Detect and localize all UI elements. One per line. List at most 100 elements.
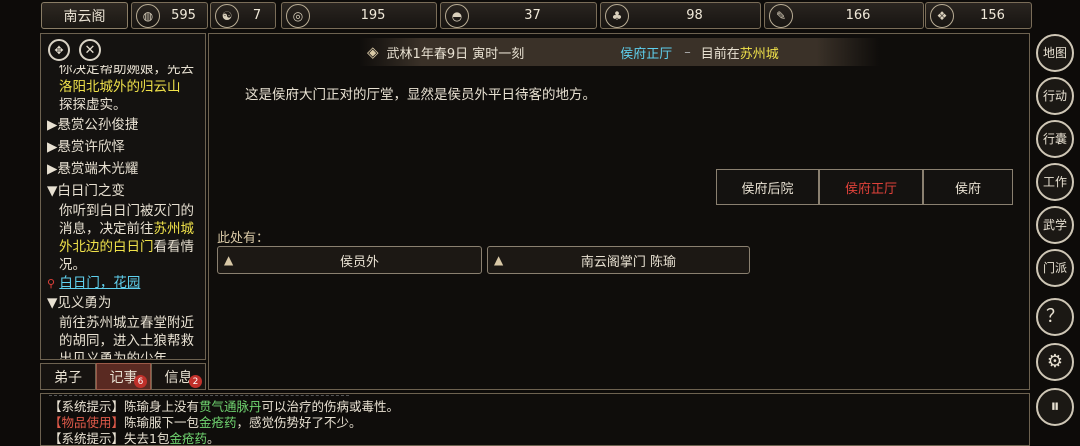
npc-name: 南云阁掌门 陈瑜 xyxy=(580,254,677,270)
quest-desc-line: 消息，决定前往苏州城 xyxy=(59,221,194,237)
pause-icon[interactable]: ⏸ xyxy=(1036,388,1074,426)
stat-scroll: ✎ 166 xyxy=(764,2,924,29)
stat-value: 195 xyxy=(360,8,386,23)
quest-desc-line: 出见义勇为的少年 xyxy=(59,351,167,360)
herb-icon: ♣ xyxy=(605,3,629,28)
stat-value: 156 xyxy=(980,8,1005,23)
exit-label: 侯府 xyxy=(954,181,981,197)
log-cutoff-line xyxy=(49,394,349,396)
person-icon: ▲ xyxy=(224,253,234,267)
exit-mansion[interactable]: 侯府 xyxy=(923,169,1013,205)
quest-intro-line: 洛阳北城外的归云山 xyxy=(59,79,181,95)
location-button[interactable]: 南云阁 xyxy=(41,2,128,29)
bag-icon[interactable]: 行囊 xyxy=(1036,120,1074,158)
notification-badge: 2 xyxy=(189,375,202,388)
quest-item-xu[interactable]: ▶悬赏许欣怿 xyxy=(47,138,205,160)
tab-label: 记事 xyxy=(109,369,138,386)
quest-item-bairimen[interactable]: ▼白日门之变 xyxy=(47,182,205,202)
quest-location-link[interactable]: ⚲ 白日门，花园 xyxy=(47,274,205,294)
stat-food-bowl: ◓ 37 xyxy=(440,2,597,29)
log-text: 失去1包 xyxy=(124,431,170,446)
npc-button-hou[interactable]: ▲ 侯员外 xyxy=(217,246,482,274)
room-description: 这是侯府大门正对的厅堂，显然是侯员外平日待客的地方。 xyxy=(245,87,596,103)
sect-icon[interactable]: 门派 xyxy=(1036,249,1074,287)
stat-value: 166 xyxy=(845,8,871,23)
log-tag: 【系统提示】 xyxy=(49,431,125,446)
log-text: 金疮药 xyxy=(199,415,237,430)
scroll-icon: ✎ xyxy=(769,3,793,28)
stat-ring: ◎ 195 xyxy=(281,2,437,29)
log-text: 。 xyxy=(206,431,220,446)
npc-button-chenyu[interactable]: ▲ 南云阁掌门 陈瑜 xyxy=(487,246,750,274)
martial-icon[interactable]: 武学 xyxy=(1036,206,1074,244)
log-line: 【系统提示】陈瑜身上没有贯气通脉丹可以治疗的伤病或毒性。 xyxy=(49,399,399,415)
log-text: 贯气通脉丹 xyxy=(199,399,262,414)
stat-value: 98 xyxy=(686,8,703,23)
calendar-icon: ◈ xyxy=(367,43,379,61)
quest-desc-line: 前往苏州城立春堂附近 xyxy=(59,315,194,331)
tab-disciples[interactable]: 弟子 xyxy=(40,363,96,390)
stat-yin-yang: ☯ 7 xyxy=(210,2,276,29)
person-icon: ▲ xyxy=(494,253,504,267)
caret-down-icon: ▼ xyxy=(47,295,58,311)
caret-down-icon: ▼ xyxy=(47,183,58,199)
stat-value: 37 xyxy=(524,8,541,23)
quest-item-duanmu[interactable]: ▶悬赏端木光耀 xyxy=(47,160,205,182)
quest-panel: ✥ ✕ 你决定帮助婉娘，先去 洛阳北城外的归云山 探探虚实。 ▶悬赏公孙俊捷 ▶… xyxy=(40,33,206,360)
yin-yang-icon: ☯ xyxy=(215,3,239,28)
coin-icon: ◍ xyxy=(136,3,160,28)
log-text: 金疮药 xyxy=(169,431,207,446)
tab-label: 信息 xyxy=(164,369,193,386)
log-text: 陈瑜服下一包 xyxy=(124,415,200,430)
log-line: 【系统提示】失去1包金疮药。 xyxy=(49,431,399,446)
log-tag: 【物品使用】 xyxy=(49,415,125,430)
close-icon[interactable]: ✕ xyxy=(79,39,101,61)
date-time: 武林1年春9日 寅时一刻 xyxy=(386,46,525,62)
room-name: 侯府正厅 xyxy=(620,46,673,62)
log-text: 陈瑜身上没有 xyxy=(124,399,200,414)
log-text: ，感觉伤势好了不少。 xyxy=(236,415,362,430)
stat-wood: ❖ 156 xyxy=(925,2,1032,29)
tab-label: 弟子 xyxy=(54,369,82,386)
stat-value: 7 xyxy=(252,8,262,23)
current-prefix: 目前在 xyxy=(700,46,740,62)
tab-info[interactable]: 信息 2 xyxy=(151,363,206,390)
exit-label: 侯府后院 xyxy=(741,181,794,197)
quest-item-gongsun[interactable]: ▶悬赏公孙俊捷 xyxy=(47,116,205,138)
message-log[interactable]: 【系统提示】陈瑜身上没有贯气通脉丹可以治疗的伤病或毒性。 【物品使用】陈瑜服下一包… xyxy=(40,393,1030,446)
quest-desc-line: 外北边的白日门看看情 xyxy=(59,239,194,255)
tab-journal[interactable]: 记事 6 xyxy=(96,363,151,390)
stat-value: 595 xyxy=(171,8,196,23)
action-icon[interactable]: 行动 xyxy=(1036,77,1074,115)
map-pin-icon: ⚲ xyxy=(47,277,56,290)
scene-header: ◈ 武林1年春9日 寅时一刻 侯府正厅 – 目前在 苏州城 xyxy=(359,38,879,66)
help-icon[interactable]: ？ xyxy=(1036,298,1074,336)
npc-name: 侯员外 xyxy=(339,254,379,270)
quest-item-brave[interactable]: ▼见义勇为 xyxy=(47,294,205,314)
exit-back-yard[interactable]: 侯府后院 xyxy=(716,169,819,205)
ring-icon: ◎ xyxy=(286,3,310,28)
notification-badge: 6 xyxy=(134,375,147,388)
stat-herb: ♣ 98 xyxy=(600,2,761,29)
quest-desc-line: 你听到白日门被灭门的 xyxy=(59,203,194,219)
map-icon[interactable]: 地图 xyxy=(1036,34,1074,72)
header-separator: – xyxy=(684,44,691,60)
settings-icon[interactable]: ⚙ xyxy=(1036,343,1074,381)
scene-panel: ◈ 武林1年春9日 寅时一刻 侯府正厅 – 目前在 苏州城 这是侯府大门正对的厅… xyxy=(208,33,1030,390)
caret-right-icon: ▶ xyxy=(47,161,58,177)
caret-right-icon: ▶ xyxy=(47,139,58,155)
here-label: 此处有： xyxy=(217,231,270,246)
location-button-label: 南云阁 xyxy=(63,8,106,25)
wood-icon: ❖ xyxy=(930,3,954,28)
quest-intro-line: 你决定帮助婉娘，先去 xyxy=(59,65,194,77)
expand-icon[interactable]: ✥ xyxy=(48,39,70,61)
log-line: 【物品使用】陈瑜服下一包金疮药，感觉伤势好了不少。 xyxy=(49,415,399,431)
food-bowl-icon: ◓ xyxy=(445,3,469,28)
work-icon[interactable]: 工作 xyxy=(1036,163,1074,201)
exit-main-hall[interactable]: 侯府正厅 xyxy=(819,169,923,205)
log-tag: 【系统提示】 xyxy=(49,399,125,414)
quest-location-label: 白日门，花园 xyxy=(59,275,141,291)
log-text: 可以治疗的伤病或毒性。 xyxy=(261,399,400,414)
caret-right-icon: ▶ xyxy=(47,117,58,133)
stat-coin: ◍ 595 xyxy=(131,2,208,29)
